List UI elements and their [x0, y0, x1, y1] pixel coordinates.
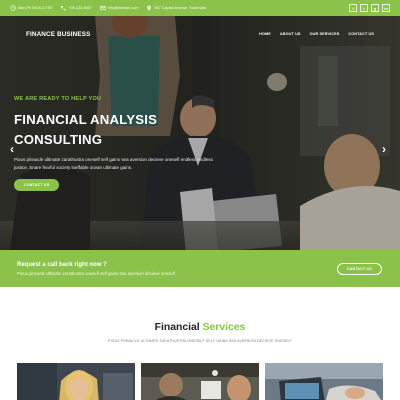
services-section: Financial Services PIOUS PINNACLE ULTIMA…	[0, 287, 400, 400]
brand-logo[interactable]: FINANCE BUSINESS	[26, 31, 90, 38]
hero-content: WE ARE READY TO HELP YOU FINANCIAL ANALY…	[14, 96, 244, 192]
callback-title: Request a call back right now ?	[17, 261, 107, 268]
hero-contact-button[interactable]: CONTACT US	[14, 179, 60, 192]
top-info-bar: Mon-Fri 09:00-17:00 +00 123 4567 info@do…	[0, 0, 400, 16]
service-image-woman	[17, 363, 135, 400]
hero-title-line-1: FINANCIAL ANALYSIS	[14, 112, 158, 127]
nav-menu: HOME ABOUT US OUR SERVICES CONTACT US	[259, 32, 374, 36]
clock-icon	[10, 5, 16, 11]
services-subheading: PIOUS PINNACLE ULTIMATE ZARATHUSTRA ONES…	[108, 339, 292, 343]
slider-next-arrow-icon[interactable]: ›	[382, 143, 386, 155]
service-card-image[interactable]	[265, 363, 383, 400]
hero-description: Pious pinnacle ultimate zarathustra ones…	[14, 157, 213, 170]
phone-item[interactable]: +00 123 4567	[60, 5, 92, 11]
service-image-laptop	[265, 363, 383, 400]
email-item[interactable]: info@domain.com	[100, 5, 139, 11]
hero-title: FINANCIAL ANALYSIS CONSULTING	[14, 110, 244, 150]
service-card-image[interactable]	[17, 363, 135, 400]
address-text: 567 Capital Avenue, Southside	[154, 6, 207, 10]
nav-link-our-services[interactable]: OUR SERVICES	[310, 32, 340, 36]
callback-contact-button[interactable]: CONTACT US	[336, 262, 382, 275]
callback-text-group: Request a call back right now ? Pious pi…	[17, 262, 175, 276]
page: Mon-Fri 09:00-17:00 +00 123 4567 info@do…	[0, 0, 400, 400]
envelope-icon	[100, 6, 106, 11]
phone-icon	[61, 5, 67, 11]
hours-item: Mon-Fri 09:00-17:00	[10, 5, 52, 11]
google-plus-icon[interactable]: g	[371, 4, 379, 12]
services-heading: Financial Services	[0, 322, 400, 333]
main-navbar: FINANCE BUSINESS HOME ABOUT US OUR SERVI…	[0, 16, 400, 52]
phone-text: +00 123 4567	[68, 6, 92, 10]
services-heading-accent: Services	[202, 322, 246, 333]
nav-link-home[interactable]: HOME	[259, 32, 271, 36]
callback-description: Pious pinnacle ultimate zarathustra ones…	[17, 270, 175, 276]
twitter-icon[interactable]: t	[360, 4, 368, 12]
social-links: f t g in	[349, 4, 390, 12]
service-card-image[interactable]	[141, 363, 259, 400]
address-item: 567 Capital Avenue, Southside	[146, 5, 206, 11]
hero-title-line-2: CONSULTING	[14, 132, 103, 147]
nav-link-contact-us[interactable]: CONTACT US	[348, 32, 374, 36]
facebook-icon[interactable]: f	[349, 4, 357, 12]
hero-eyebrow: WE ARE READY TO HELP YOU	[14, 96, 102, 102]
service-image-meeting	[141, 363, 259, 400]
hours-text: Mon-Fri 09:00-17:00	[18, 6, 53, 10]
map-marker-icon	[147, 5, 152, 11]
nav-link-about-us[interactable]: ABOUT US	[280, 32, 301, 36]
hero-slider: FINANCE BUSINESS HOME ABOUT US OUR SERVI…	[0, 16, 400, 250]
services-heading-main: Financial	[154, 322, 200, 333]
callback-banner: Request a call back right now ? Pious pi…	[0, 250, 400, 287]
linkedin-icon[interactable]: in	[382, 4, 390, 12]
slider-prev-arrow-icon[interactable]: ‹	[10, 143, 14, 155]
email-text: info@domain.com	[107, 6, 139, 10]
